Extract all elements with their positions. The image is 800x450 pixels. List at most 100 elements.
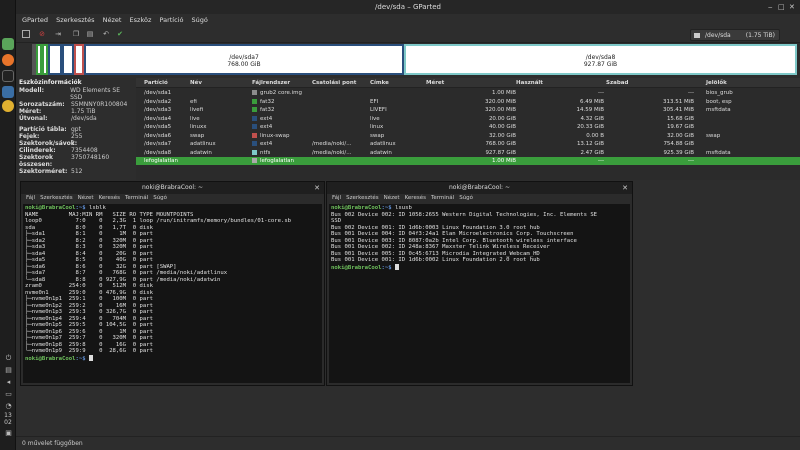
undo-icon[interactable]: ↶ [102,30,110,38]
copy-icon[interactable]: ❐ [72,30,80,38]
menu-view[interactable]: Nézet [78,195,94,201]
column-header[interactable]: Méret [426,78,444,88]
cell-part: /dev/sda1 [144,89,171,97]
terminal-icon[interactable] [2,70,14,82]
cell-fs: ext4 [252,115,272,123]
column-header[interactable]: Jelölők [706,78,727,88]
menu-help[interactable]: Súgó [459,195,473,201]
device-selector[interactable]: /dev/sda (1.75 TiB) [690,29,780,41]
firefox-icon[interactable] [2,54,14,66]
cell-fs: linux-swap [252,132,290,140]
column-header[interactable]: Név [190,78,202,88]
menu-help[interactable]: Súgó [153,195,167,201]
close-icon[interactable]: ✕ [314,184,320,192]
cell-text: swap [706,132,721,139]
graph-sda7[interactable]: /dev/sda7 768.00 GiB [84,44,404,75]
cell-size: 32.00 GiB [426,132,516,140]
table-row[interactable]: /dev/sda5 linuxx ext4 linux 40.00 GiB 20.33 G… [136,123,800,131]
menu-file[interactable]: Fájl [26,195,35,201]
menu-terminal[interactable]: Terminál [125,195,148,201]
menu-view[interactable]: Nézet [103,14,122,26]
terminal-title[interactable]: noki@BrabraCool: ~ [327,182,632,194]
cell-name: live [190,115,200,123]
column-header[interactable]: Használt [516,78,543,88]
terminal-lsusb[interactable]: noki@BrabraCool: ~ ✕ Fájl Szerkesztés Néze… [326,181,633,386]
cell-text: /dev/sda4 [144,115,172,122]
menu-edit[interactable]: Szerkesztés [56,14,94,26]
close-icon[interactable]: ✕ [622,184,628,192]
gparted-icon[interactable] [2,86,14,98]
files-icon[interactable] [2,38,14,50]
graph-sda4[interactable] [48,44,62,75]
column-header[interactable]: Címke [370,78,389,88]
apply-icon[interactable]: ✔ [116,30,124,38]
network-icon[interactable]: ▤ [5,367,12,374]
menu-edit[interactable]: Szerkesztés [40,195,73,201]
column-header[interactable]: Fájlrendszer [252,78,290,88]
table-row[interactable]: /dev/sda4 live ext4 live 20.00 GiB 4.32 GiB 15… [136,115,800,123]
cell-name: livefi [190,106,203,114]
menu-view[interactable]: Nézet [384,195,400,201]
menu-search[interactable]: Keresés [405,195,426,201]
graph-sda6[interactable] [74,44,84,75]
table-row[interactable]: lefoglalatlan lefoglalatlan 1.00 MiB --- --- [136,157,800,165]
delete-icon[interactable]: ⊘ [38,30,46,38]
notification-icon[interactable]: ◔ [5,403,12,410]
graph-sda8[interactable]: /dev/sda8 927.87 GiB [404,44,797,75]
column-header[interactable]: Partíció [144,78,168,88]
menu-partition[interactable]: Partíció [159,14,183,26]
desktop-icon[interactable]: ▣ [5,430,12,437]
table-row[interactable]: /dev/sda3 livefi fat32 LIVEFI 320.00 MiB 14.5… [136,106,800,114]
cell-text: 927.87 GiB [485,149,516,156]
terminal-lsblk[interactable]: noki@BrabraCool: ~ ✕ Fájl Szerkesztés Néze… [20,181,325,386]
column-header[interactable]: Csatolási pont [312,78,356,88]
info-value: gpt [71,126,81,133]
cell-used: 2.47 GiB [516,149,604,157]
graph-sda5[interactable] [62,44,74,75]
column-header[interactable]: Szabad [606,78,628,88]
cell-text: 20.33 GiB [576,124,604,130]
table-row[interactable]: /dev/sda1 grub2 core.img 1.00 MiB --- --- bio… [136,89,800,97]
cell-mount: /media/noki/... [312,140,352,148]
cell-used: 20.33 GiB [516,123,604,131]
new-partition-icon[interactable] [22,30,30,38]
cell-text: /media/noki/... [312,149,352,156]
resize-icon[interactable]: ⇥ [54,30,62,38]
paste-icon[interactable]: ▤ [86,30,94,38]
cell-text: msftdata [706,107,731,113]
cell-text: linux [370,124,384,130]
menu-gparted[interactable]: GParted [22,14,48,26]
keyboard-icon[interactable]: ▭ [5,391,12,398]
cell-size: 320.00 MiB [426,98,516,106]
minimize-icon[interactable]: ‒ [768,3,772,11]
table-row[interactable]: /dev/sda6 swap linux-swap swap 32.00 GiB 0.00… [136,132,800,140]
maximize-icon[interactable]: □ [778,3,785,11]
cell-label: swap [370,132,384,140]
menu-search[interactable]: Keresés [99,195,120,201]
terminal-title[interactable]: noki@BrabraCool: ~ [21,182,324,194]
window-titlebar[interactable]: /dev/sda – GParted ‒ □ ✕ [16,0,800,14]
menu-file[interactable]: Fájl [332,195,341,201]
cell-mount: /media/noki/... [312,149,352,157]
close-icon[interactable]: ✕ [789,3,795,11]
menu-device[interactable]: Eszköz [130,14,152,26]
menu-terminal[interactable]: Terminál [431,195,454,201]
pending-operations: 0 művelet függőben [22,440,83,447]
terminal-output[interactable]: noki@BrabraCool:~$ lsblk NAME MAJ:MIN RM… [23,204,322,383]
cell-part: /dev/sda8 [144,149,171,157]
cell-text: 320.00 MiB [484,98,516,105]
power-icon[interactable]: ⏻ [5,355,12,362]
terminal-output[interactable]: noki@BrabraCool:~$ lsusb Bus 002 Device … [329,204,630,383]
chrome-icon[interactable] [2,100,14,112]
table-header: Partíció Név Fájlrendszer Csatolási pont Cím… [136,78,800,88]
volume-icon[interactable]: ◂ [5,379,12,386]
table-row[interactable]: /dev/sda8 adatwin ntfs/media/noki/... adatw… [136,149,800,157]
menu-help[interactable]: Súgó [192,14,208,26]
cell-size: 1.00 MiB [426,157,516,165]
graph-sda7-size: 768.00 GiB [227,61,261,68]
menu-edit[interactable]: Szerkesztés [346,195,379,201]
table-row[interactable]: /dev/sda7 adatlinux ext4/media/noki/... ada… [136,140,800,148]
table-row[interactable]: /dev/sda2 efi fat32 EFI 320.00 MiB 6.49 MiB 31… [136,98,800,106]
partition-graph: /dev/sda7 768.00 GiB /dev/sda8 927.87 Gi… [32,44,798,76]
clock[interactable]: 13 02 [1,412,15,426]
